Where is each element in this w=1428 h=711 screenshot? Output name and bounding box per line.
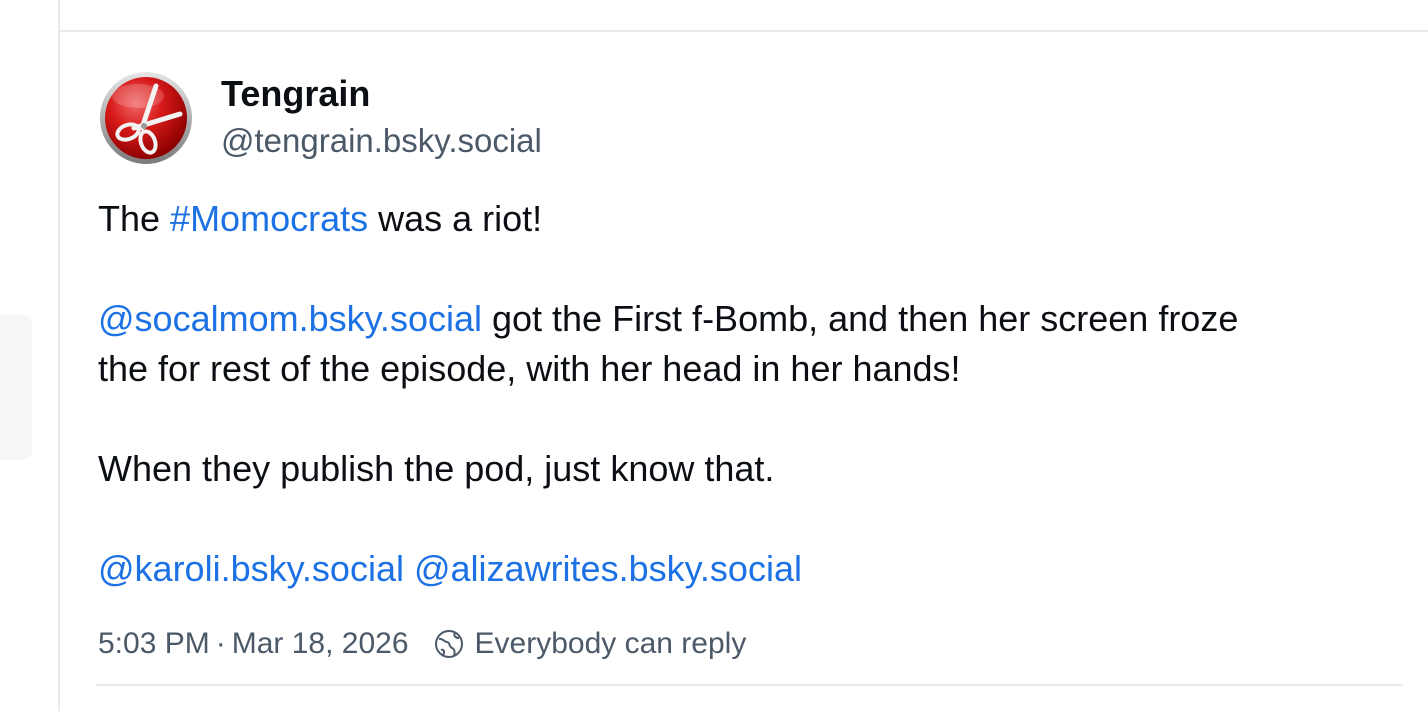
avatar[interactable] [98, 70, 194, 166]
author-info: Tengrain @tengrain.bsky.social [221, 70, 542, 162]
globe-icon [433, 628, 465, 660]
post: Tengrain @tengrain.bsky.social The #Momo… [98, 70, 1408, 664]
post-paragraph-1: The #Momocrats was a riot! [98, 194, 1408, 244]
author-handle[interactable]: @tengrain.bsky.social [221, 120, 542, 162]
post-date[interactable]: Mar 18, 2026 [232, 624, 409, 664]
mention-link[interactable]: @karoli.bsky.social [98, 548, 404, 589]
post-paragraph-3: When they publish the pod, just know tha… [98, 444, 1408, 494]
hashtag-link[interactable]: #Momocrats [170, 198, 368, 239]
author-display-name[interactable]: Tengrain [221, 72, 542, 116]
text-segment: was a riot! [368, 198, 543, 239]
post-time[interactable]: 5:03 PM [98, 624, 210, 664]
post-header: Tengrain @tengrain.bsky.social [98, 70, 1408, 170]
text-segment: When they publish the pod, just know tha… [98, 448, 775, 489]
text-segment: the for rest of the episode, with her he… [98, 348, 961, 389]
reply-setting-label[interactable]: Everybody can reply [475, 624, 747, 664]
post-text: The #Momocrats was a riot! @socalmom.bsk… [98, 194, 1408, 594]
post-paragraph-4: @karoli.bsky.social @alizawrites.bsky.so… [98, 544, 1408, 594]
post-meta: 5:03 PM · Mar 18, 2026 Everybody can rep… [98, 624, 1408, 664]
bottom-divider [96, 684, 1403, 686]
post-paragraph-2: @socalmom.bsky.social got the First f-Bo… [98, 294, 1408, 394]
text-segment: The [98, 198, 171, 239]
text-segment: got the First f-Bomb, and then her scree… [481, 298, 1239, 339]
meta-separator: · [215, 627, 226, 660]
top-divider [60, 30, 1428, 32]
mention-link[interactable]: @alizawrites.bsky.social [414, 548, 802, 589]
thread-view: Tengrain @tengrain.bsky.social The #Momo… [0, 0, 1428, 711]
mention-link[interactable]: @socalmom.bsky.social [98, 298, 482, 339]
column-border [58, 0, 60, 711]
red-scissors-avatar-icon [100, 72, 192, 164]
left-panel-card [0, 315, 32, 460]
